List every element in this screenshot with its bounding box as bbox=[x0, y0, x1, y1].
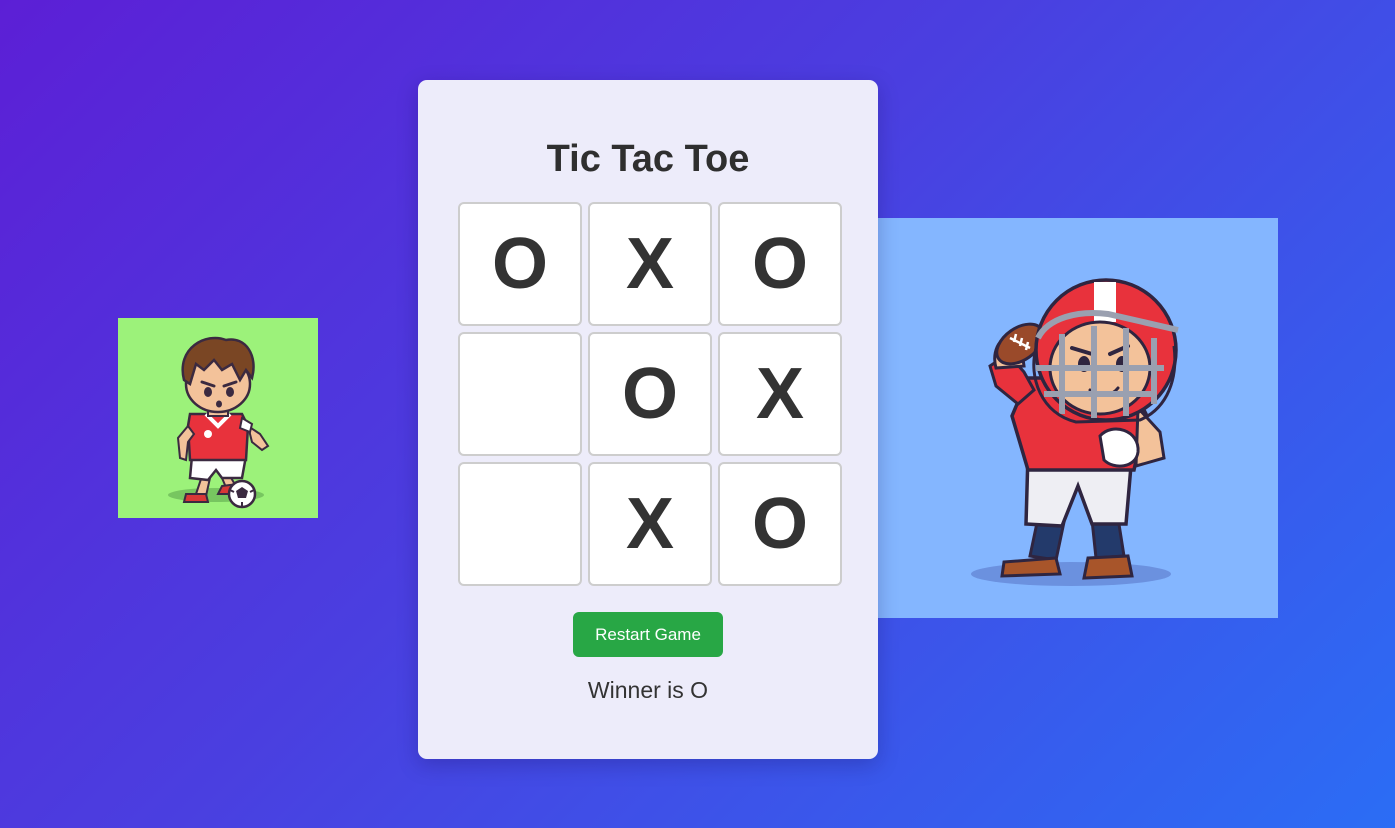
board-cell-9[interactable]: O bbox=[718, 462, 842, 586]
soccer-player-icon bbox=[168, 336, 270, 509]
football-player-image bbox=[878, 218, 1278, 618]
football-player-icon bbox=[971, 278, 1179, 586]
soccer-player-image bbox=[118, 318, 318, 518]
board-cell-8[interactable]: X bbox=[588, 462, 712, 586]
board-cell-4[interactable] bbox=[458, 332, 582, 456]
board-cell-1[interactable]: O bbox=[458, 202, 582, 326]
board-cell-6[interactable]: X bbox=[718, 332, 842, 456]
board-cell-3[interactable]: O bbox=[718, 202, 842, 326]
restart-game-button[interactable]: Restart Game bbox=[573, 612, 723, 657]
game-card: Tic Tac Toe O X O O X X O Restart Game W… bbox=[418, 80, 878, 759]
board-cell-7[interactable] bbox=[458, 462, 582, 586]
winner-status: Winner is O bbox=[587, 677, 709, 703]
game-title: Tic Tac Toe bbox=[546, 138, 750, 180]
board-cell-2[interactable]: X bbox=[588, 202, 712, 326]
board-cell-5[interactable]: O bbox=[588, 332, 712, 456]
game-board: O X O O X X O bbox=[458, 202, 842, 586]
